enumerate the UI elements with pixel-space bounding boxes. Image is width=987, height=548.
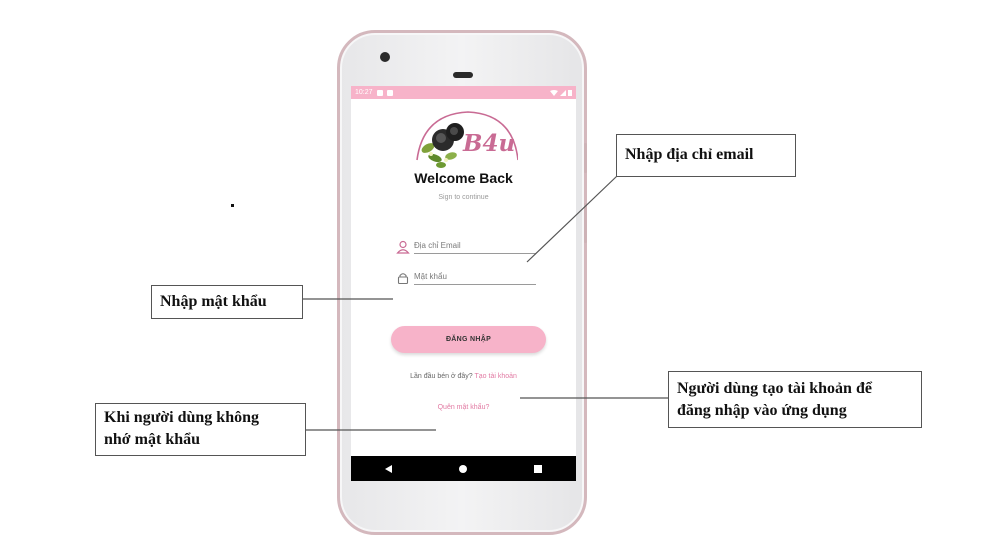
stray-dot <box>231 204 234 207</box>
signal-icon <box>560 89 566 96</box>
welcome-subtitle: Sign to continue <box>438 194 489 201</box>
android-nav-bar <box>351 456 576 481</box>
signup-row: Lần đầu bén ở đây? Tạo tài khoản <box>351 373 576 380</box>
welcome-title: Welcome Back <box>414 170 513 186</box>
callout-signup-line2: đăng nhập vào ứng dụng <box>677 401 847 419</box>
callout-email-text: Nhập địa chỉ email <box>625 146 754 163</box>
callout-forgot-line1: Khi người dùng không <box>104 409 259 426</box>
forgot-password-link[interactable]: Quên mật khẩu? <box>351 404 576 411</box>
back-icon[interactable] <box>384 464 392 473</box>
email-input[interactable] <box>414 241 536 250</box>
email-field <box>396 238 536 254</box>
signup-prompt: Lần đầu bén ở đây? <box>410 373 473 380</box>
password-input[interactable] <box>414 272 536 281</box>
notification-icon <box>376 89 383 96</box>
app-screen: 10:27 B4u Welcome Back Sign to continue … <box>351 86 576 481</box>
sim-icon <box>386 89 393 96</box>
power-button <box>584 203 587 243</box>
front-camera <box>380 52 390 62</box>
volume-button <box>584 143 587 173</box>
callout-password: Nhập mật khẩu <box>151 285 303 319</box>
callout-forgot: Khi người dùng không nhớ mật khẩu <box>95 403 306 456</box>
home-icon[interactable] <box>458 464 467 473</box>
callout-forgot-line2: nhớ mật khẩu <box>104 430 201 448</box>
app-logo: B4u <box>413 110 519 170</box>
lock-icon <box>397 273 409 285</box>
phone-frame: 10:27 B4u Welcome Back Sign to continue … <box>337 30 587 535</box>
battery-icon <box>568 90 572 96</box>
callout-signup-line1: Người dùng tạo tài khoản để <box>677 380 872 397</box>
callout-email: Nhập địa chỉ email <box>616 134 796 177</box>
wifi-icon <box>550 89 558 96</box>
logo-text: B4u <box>463 130 516 157</box>
status-bar: 10:27 <box>351 86 576 99</box>
recent-apps-icon[interactable] <box>534 464 543 473</box>
callout-password-text: Nhập mật khẩu <box>160 293 267 310</box>
login-button[interactable]: ĐĂNG NHẬP <box>391 326 546 353</box>
password-field <box>396 269 536 285</box>
user-icon <box>396 240 410 254</box>
signup-link[interactable]: Tạo tài khoản <box>475 373 517 380</box>
callout-signup: Người dùng tạo tài khoản để đăng nhập và… <box>668 371 922 428</box>
status-time: 10:27 <box>355 89 373 96</box>
earpiece-speaker <box>453 72 473 78</box>
